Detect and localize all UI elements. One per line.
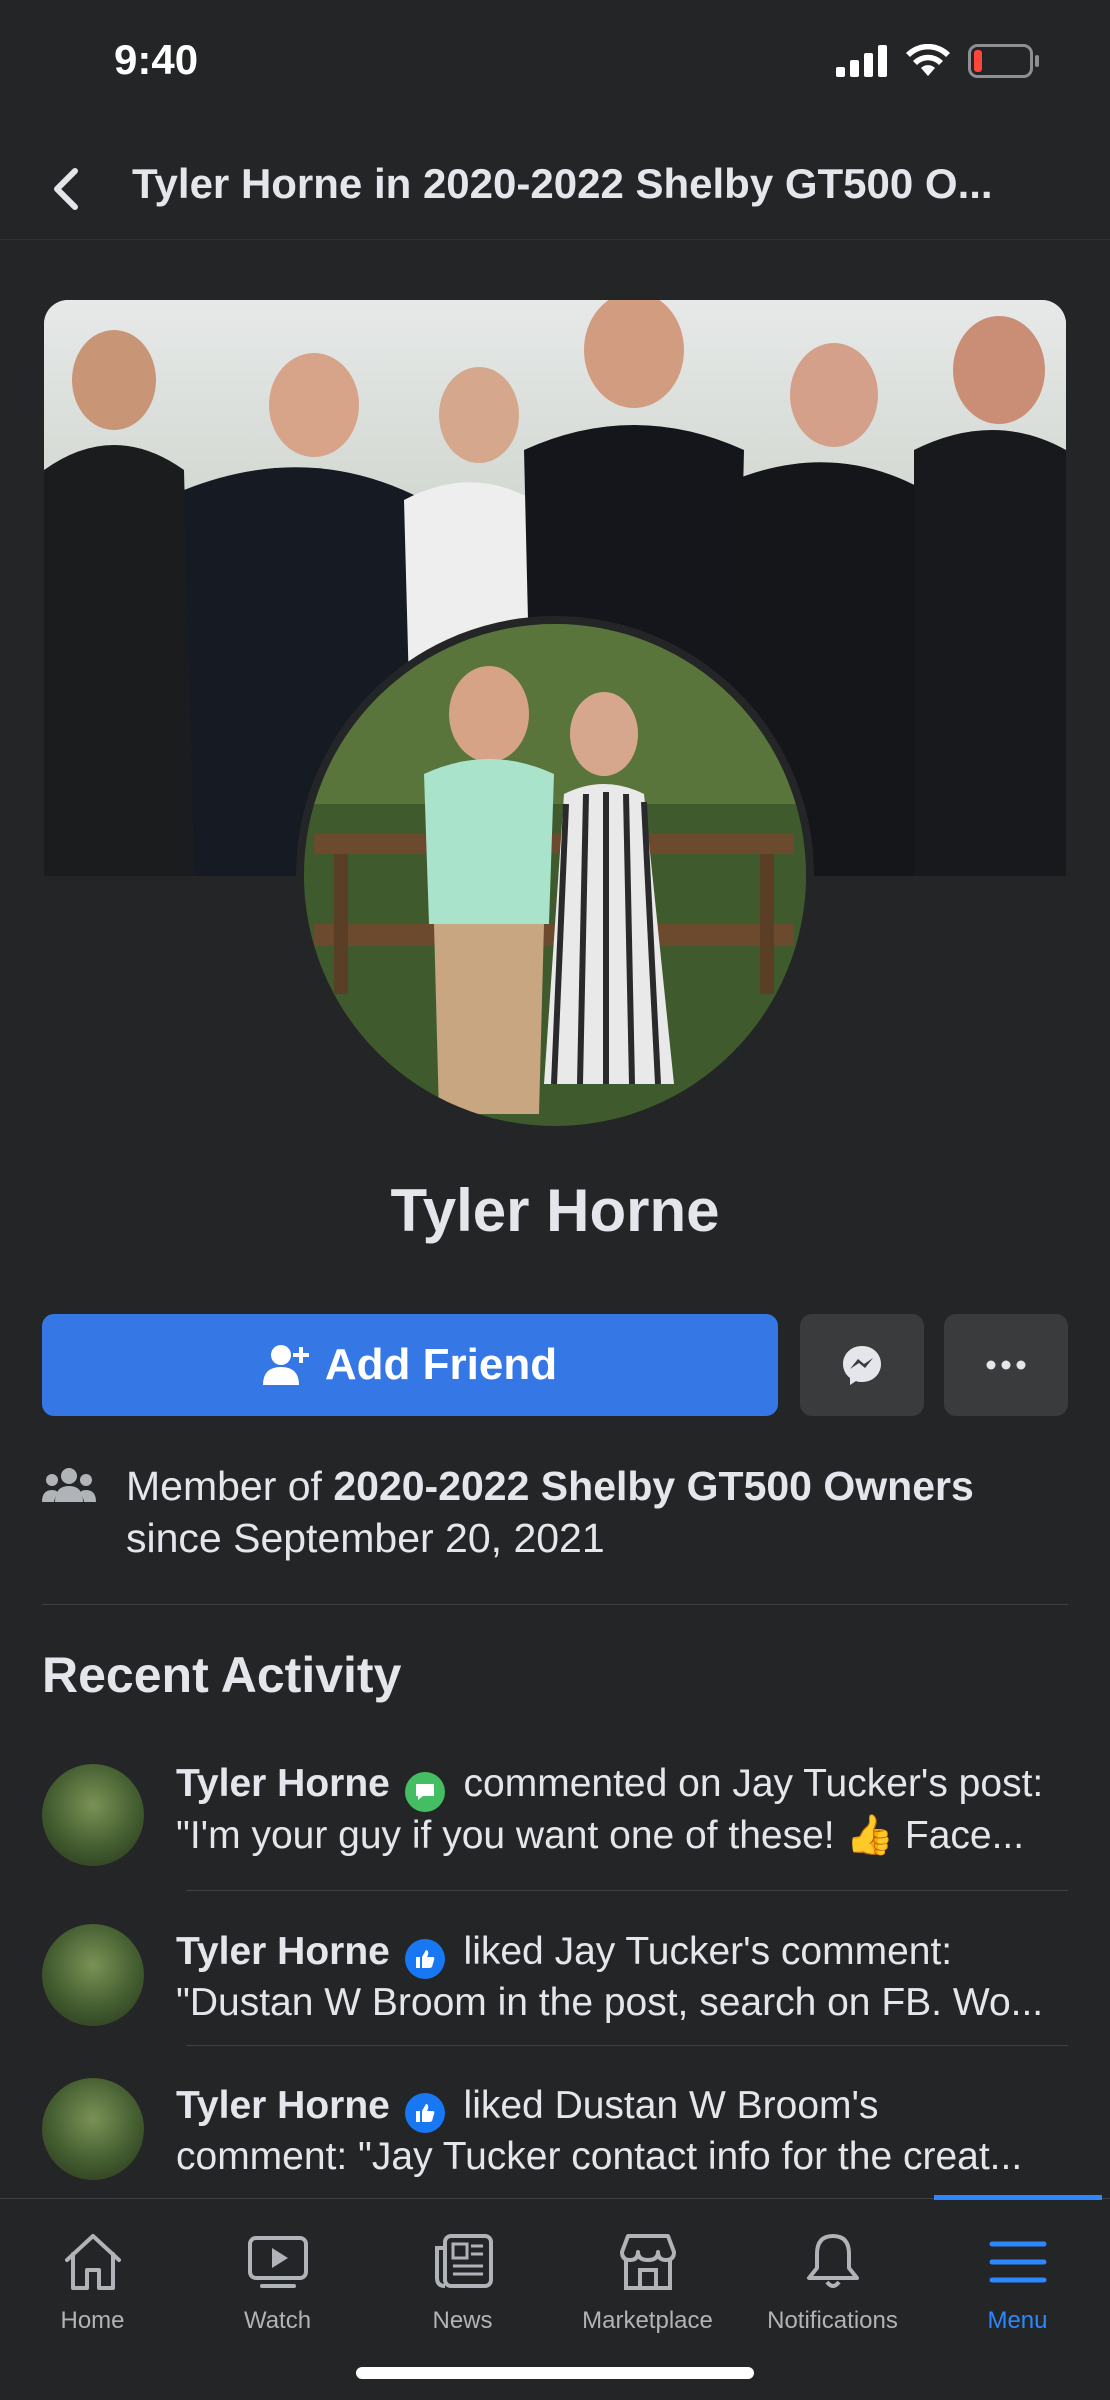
avatar[interactable] — [42, 1764, 144, 1866]
add-friend-label: Add Friend — [324, 1340, 558, 1389]
tab-label: Watch — [243, 2307, 312, 2334]
activity-author[interactable]: Tyler Horne — [176, 2084, 390, 2127]
group-icon — [42, 1468, 96, 1502]
tab-watch[interactable]: Watch — [185, 2199, 370, 2359]
activity-action: commented on Jay Tucker's post: — [463, 1762, 1044, 1805]
battery-icon — [968, 44, 1039, 78]
activity-text: Tyler Horne liked Dustan W Broom's comme… — [176, 2082, 1066, 2181]
like-icon — [404, 1939, 445, 1979]
bell-icon — [806, 2234, 859, 2288]
item-divider — [186, 1890, 1068, 1891]
tab-label: Marketplace — [582, 2307, 713, 2334]
activity-text: Tyler Horne commented on Jay Tucker's po… — [176, 1760, 1066, 1860]
avatar[interactable] — [42, 1924, 144, 2026]
back-button[interactable] — [40, 164, 90, 214]
activity-preview: comment: "Jay Tucker contact info for th… — [176, 2135, 1023, 2178]
home-icon — [64, 2234, 121, 2290]
activity-author[interactable]: Tyler Horne — [176, 1762, 390, 1805]
item-divider — [186, 2045, 1068, 2046]
tab-news[interactable]: News — [370, 2199, 555, 2359]
tab-label: News — [432, 2307, 493, 2334]
page-title: Tyler Horne in 2020-2022 Shelby GT500 O.… — [132, 160, 993, 207]
section-divider — [42, 1604, 1068, 1605]
marketplace-icon — [619, 2234, 676, 2290]
membership-since: since September 20, 2021 — [126, 1515, 605, 1561]
add-friend-button[interactable]: Add Friend — [42, 1314, 778, 1416]
membership-prefix: Member of — [126, 1463, 334, 1509]
messenger-button[interactable] — [800, 1314, 924, 1416]
tab-home[interactable]: Home — [0, 2199, 185, 2359]
add-friend-icon — [262, 1345, 309, 1385]
signal-icon — [836, 45, 887, 77]
avatar[interactable] — [42, 2078, 144, 2180]
profile-name: Tyler Horne — [390, 1177, 720, 1244]
status-bar: 9:40 — [0, 0, 1110, 120]
activity-action: liked Dustan W Broom's — [463, 2084, 879, 2127]
more-icon — [986, 1360, 1026, 1370]
recent-activity-title: Recent Activity — [42, 1647, 402, 1703]
profile-picture[interactable] — [296, 616, 814, 1134]
tab-marketplace[interactable]: Marketplace — [555, 2199, 740, 2359]
activity-author[interactable]: Tyler Horne — [176, 1930, 390, 1973]
membership-text: Member of 2020-2022 Shelby GT500 Owners … — [126, 1460, 1086, 1564]
messenger-icon — [843, 1346, 881, 1385]
tab-label: Notifications — [767, 2307, 898, 2334]
like-icon — [404, 2093, 445, 2133]
nav-header: Tyler Horne in 2020-2022 Shelby GT500 O.… — [0, 140, 1110, 240]
menu-icon — [989, 2241, 1046, 2283]
activity-preview: "Dustan W Broom in the post, search on F… — [176, 1981, 1044, 2024]
chevron-left-icon — [54, 168, 78, 210]
news-icon — [434, 2234, 493, 2288]
status-time: 9:40 — [114, 36, 199, 83]
group-link[interactable]: 2020-2022 Shelby GT500 Owners — [333, 1463, 973, 1509]
home-indicator[interactable] — [356, 2367, 754, 2379]
more-options-button[interactable] — [944, 1314, 1068, 1416]
membership-info: Member of 2020-2022 Shelby GT500 Owners … — [42, 1460, 1072, 1570]
tab-menu[interactable]: Menu — [925, 2199, 1110, 2359]
watch-icon — [247, 2236, 308, 2288]
tab-notifications[interactable]: Notifications — [740, 2199, 925, 2359]
comment-icon — [404, 1772, 445, 1812]
tab-label: Menu — [987, 2307, 1048, 2334]
profile-picture-image — [304, 624, 806, 1126]
status-icons — [836, 44, 1040, 78]
tab-label: Home — [60, 2307, 125, 2334]
activity-text: Tyler Horne liked Jay Tucker's comment: … — [176, 1928, 1066, 2027]
activity-preview: "I'm your guy if you want one of these! … — [176, 1814, 1025, 1857]
wifi-icon — [906, 44, 950, 76]
activity-action: liked Jay Tucker's comment: — [463, 1930, 953, 1973]
